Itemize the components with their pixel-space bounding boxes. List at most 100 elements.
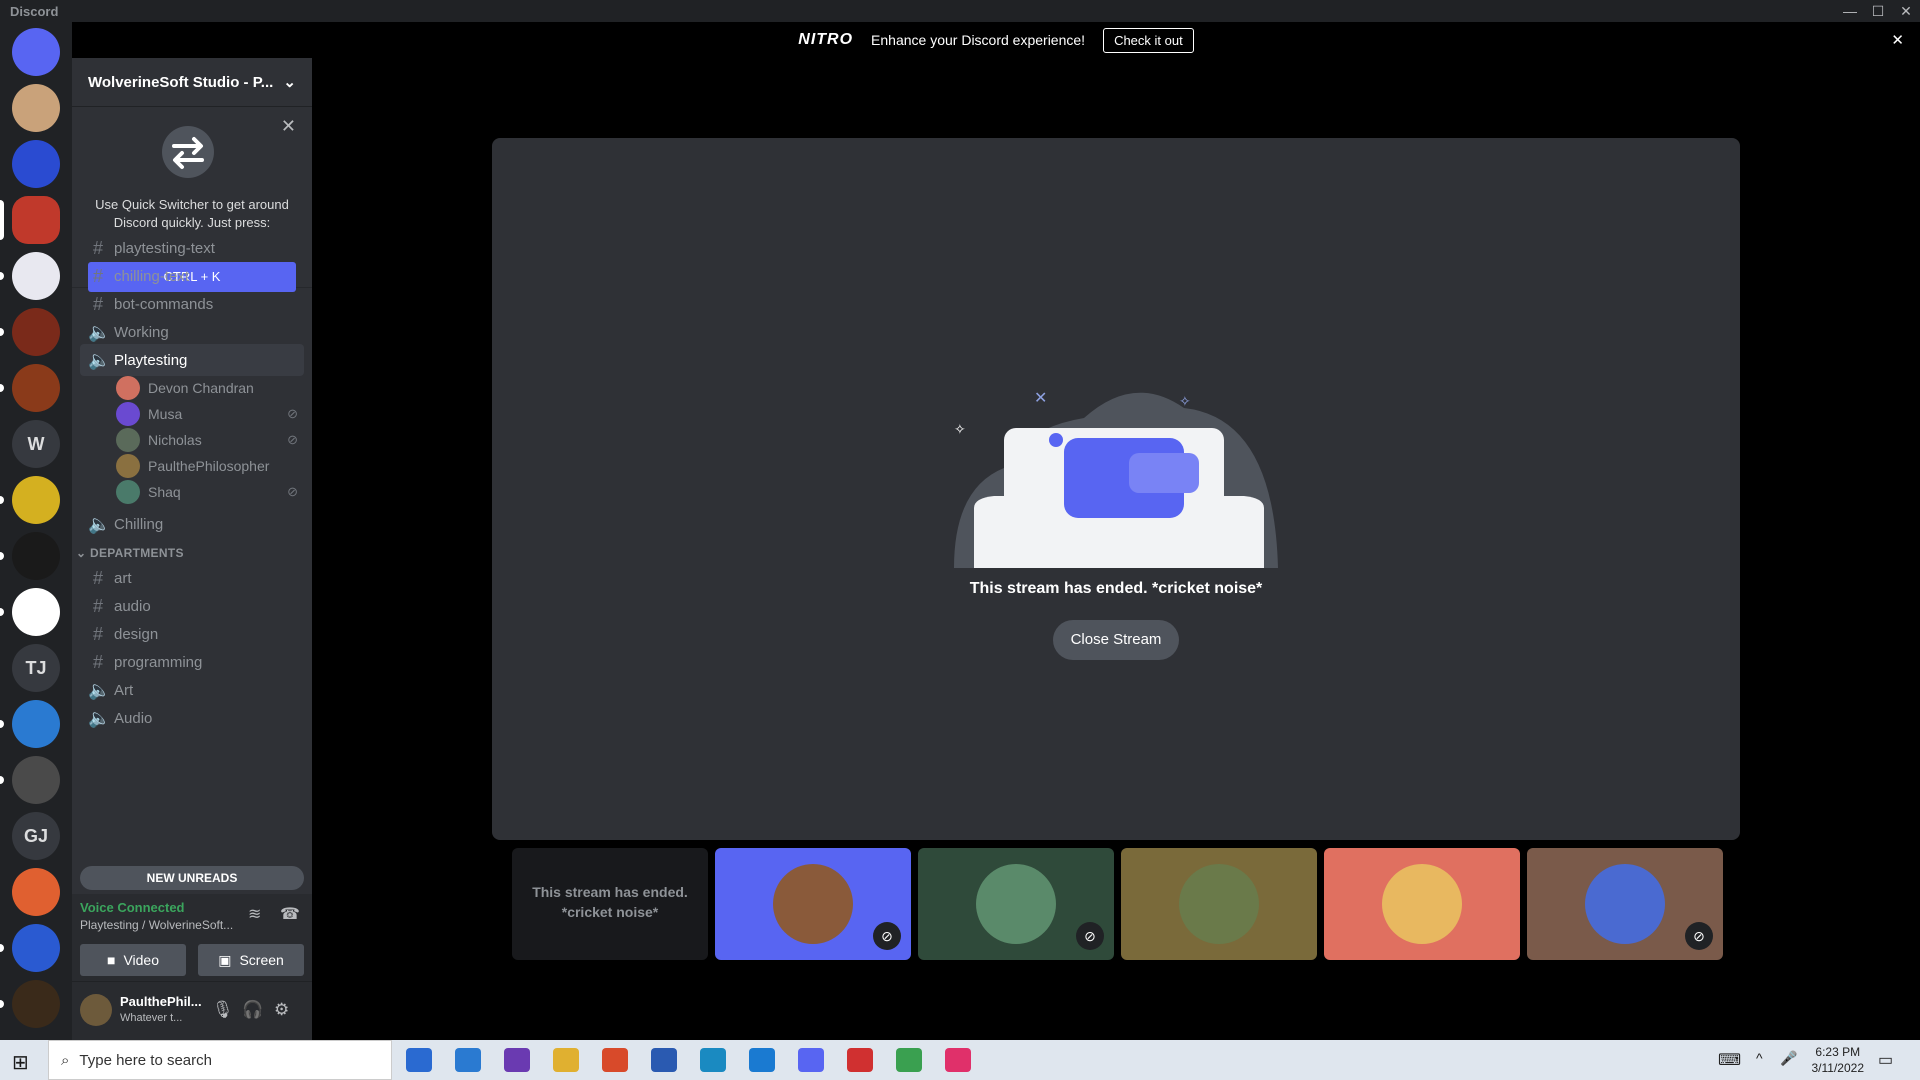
category-label: DEPARTMENTS xyxy=(90,546,184,560)
server-icon[interactable] xyxy=(12,364,60,412)
taskbar-clock[interactable]: 6:23 PM 3/11/2022 xyxy=(1812,1044,1865,1076)
participant-tile[interactable]: ⊘ xyxy=(1527,848,1723,960)
voice-user[interactable]: PaulthePhilosopher xyxy=(116,452,306,480)
server-icon[interactable] xyxy=(12,532,60,580)
server-icon[interactable] xyxy=(12,308,60,356)
screen-icon: ▣ xyxy=(218,951,232,968)
voice-user-name: Devon Chandran xyxy=(148,380,254,396)
username[interactable]: PaulthePhil... xyxy=(120,994,202,1009)
slack-taskbar-icon[interactable] xyxy=(945,1048,971,1072)
noise-suppression-icon[interactable]: ≋ xyxy=(248,904,261,924)
participant-tile[interactable] xyxy=(1121,848,1317,960)
voice-status[interactable]: Voice Connected xyxy=(80,900,185,915)
chrome-taskbar-icon[interactable] xyxy=(896,1048,922,1072)
server-icon[interactable]: GJ xyxy=(12,812,60,860)
stream-tile[interactable]: This stream has ended. *cricket noise* xyxy=(512,848,708,960)
clock-date: 3/11/2022 xyxy=(1811,1061,1865,1075)
voice-user[interactable]: Nicholas ⊘ xyxy=(116,426,306,454)
voice-channel-audio[interactable]: 🔈 Audio xyxy=(80,702,304,734)
title-bar: Discord — ☐ ✕ xyxy=(0,0,1920,22)
voice-user[interactable]: Musa ⊘ xyxy=(116,400,306,428)
word-taskbar-icon[interactable] xyxy=(651,1048,677,1072)
vscode-taskbar-icon[interactable] xyxy=(749,1048,775,1072)
server-icon[interactable] xyxy=(12,756,60,804)
minimize-button[interactable]: — xyxy=(1836,0,1864,22)
avatar[interactable] xyxy=(80,994,112,1026)
participant-tile[interactable]: ⊘ xyxy=(715,848,911,960)
voice-channel-playtesting[interactable]: 🔈 Playtesting xyxy=(80,344,304,376)
server-icon[interactable] xyxy=(12,588,60,636)
hashtag-icon: # xyxy=(92,567,103,588)
gear-icon[interactable]: ⚙ xyxy=(274,1000,289,1020)
channel-label: Audio xyxy=(114,709,153,727)
voice-location[interactable]: Playtesting / WolverineSoft... xyxy=(80,918,233,932)
voice-user[interactable]: Devon Chandran xyxy=(116,374,306,402)
hashtag-icon: # xyxy=(92,237,103,258)
notifications-icon[interactable]: ▭ xyxy=(1878,1050,1893,1070)
nitro-check-button[interactable]: Check it out xyxy=(1103,27,1194,53)
windows-start-icon[interactable]: ⊞ xyxy=(12,1050,29,1075)
voice-user-name: Shaq xyxy=(148,484,181,500)
microphone-tray-icon[interactable]: 🎤 xyxy=(1780,1050,1797,1067)
guild-name: WolverineSoft Studio - P... xyxy=(88,73,274,91)
close-icon[interactable]: ✕ xyxy=(281,116,296,137)
voice-user[interactable]: Shaq ⊘ xyxy=(116,478,306,506)
chevron-up-icon[interactable]: ^ xyxy=(1756,1050,1763,1066)
keyboard-icon[interactable]: ⌨ xyxy=(1718,1050,1741,1070)
avatar xyxy=(1179,864,1259,944)
video-button[interactable]: ■ Video xyxy=(80,944,186,976)
channel-label: bot-commands xyxy=(114,295,214,313)
stream-ended-message: This stream has ended. *cricket noise* xyxy=(969,580,1263,597)
edge-taskbar-icon[interactable] xyxy=(700,1048,726,1072)
discord-app: Discord — ☐ ✕ W TJ GJ NITRO Enhance your D… xyxy=(0,0,1920,1040)
participant-tile[interactable]: ⊘ xyxy=(918,848,1114,960)
server-icon[interactable] xyxy=(12,980,60,1028)
server-icon[interactable] xyxy=(12,924,60,972)
server-icon[interactable] xyxy=(12,252,60,300)
explorer-taskbar-icon[interactable] xyxy=(553,1048,579,1072)
server-icon[interactable] xyxy=(12,196,60,244)
windows-taskbar: ⊞ ⌕ Type here to search ⌨ ^ 🎤 6:23 PM 3/… xyxy=(0,1040,1920,1080)
screen-label: Screen xyxy=(239,952,284,968)
muted-icon: ⊘ xyxy=(873,922,901,950)
headphones-icon[interactable]: 🎧 xyxy=(242,1000,263,1020)
unity-red-taskbar-icon[interactable] xyxy=(847,1048,873,1072)
mail-taskbar-icon[interactable] xyxy=(455,1048,481,1072)
store-taskbar-icon[interactable] xyxy=(406,1048,432,1072)
server-icon[interactable] xyxy=(12,476,60,524)
hashtag-icon: # xyxy=(92,293,103,314)
voice-channel-chilling[interactable]: 🔈 Chilling xyxy=(80,508,304,540)
taskbar-search[interactable]: ⌕ Type here to search xyxy=(48,1040,392,1080)
participant-tile[interactable] xyxy=(1324,848,1520,960)
server-icon[interactable] xyxy=(12,868,60,916)
server-icon[interactable] xyxy=(12,84,60,132)
office-taskbar-icon[interactable] xyxy=(602,1048,628,1072)
discord-home-icon[interactable] xyxy=(12,28,60,76)
github-taskbar-icon[interactable] xyxy=(504,1048,530,1072)
nitro-banner: NITRO Enhance your Discord experience! C… xyxy=(72,22,1920,58)
guild-header[interactable]: WolverineSoft Studio - P... ⌄ xyxy=(72,58,312,106)
close-stream-button[interactable]: Close Stream xyxy=(1053,620,1179,660)
server-icon[interactable] xyxy=(12,140,60,188)
maximize-button[interactable]: ☐ xyxy=(1864,0,1892,22)
muted-icon: ⊘ xyxy=(1076,922,1104,950)
close-window-button[interactable]: ✕ xyxy=(1892,0,1920,22)
server-icon[interactable] xyxy=(12,700,60,748)
muted-icon: ⊘ xyxy=(287,432,298,447)
unread-indicator xyxy=(0,720,4,728)
stream-stage: ✕ ✧ ✧ This stream has ended. *cricket no… xyxy=(492,138,1740,840)
unread-indicator xyxy=(0,1000,4,1008)
voice-user-name: Nicholas xyxy=(148,432,202,448)
channel-label: audio xyxy=(114,597,151,615)
unread-indicator xyxy=(0,328,4,336)
new-unreads-badge[interactable]: NEW UNREADS xyxy=(80,866,304,890)
discord-taskbar-icon[interactable] xyxy=(798,1048,824,1072)
category-departments[interactable]: ⌄ DEPARTMENTS xyxy=(76,546,184,560)
server-icon[interactable]: TJ xyxy=(12,644,60,692)
nitro-close-icon[interactable]: ✕ xyxy=(1891,31,1904,49)
server-icon[interactable]: W xyxy=(12,420,60,468)
screen-share-button[interactable]: ▣ Screen xyxy=(198,944,304,976)
microphone-icon[interactable]: 🎙 xyxy=(212,1000,234,1020)
unread-indicator xyxy=(0,496,4,504)
disconnect-icon[interactable]: ☎ xyxy=(280,904,300,924)
